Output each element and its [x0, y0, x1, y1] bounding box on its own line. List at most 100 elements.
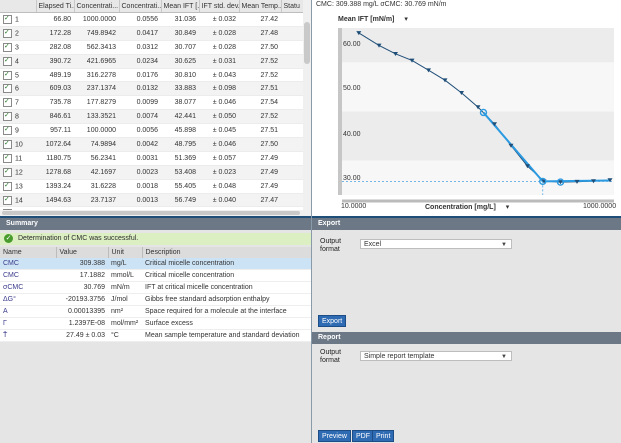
table-cell-elapsed: 489.19: [36, 68, 74, 83]
table-row[interactable]: 4 390.72421.69650.023430.625± 0.03127.52: [0, 54, 303, 69]
column-header[interactable]: Mean IFT [...: [161, 0, 200, 13]
row-checkbox[interactable]: [3, 181, 12, 191]
table-cell-ift: 56.749: [161, 193, 199, 208]
table-row[interactable]: 10 1072.6474.98940.004248.795± 0.04627.50: [0, 137, 303, 152]
export-report-panel: Export Output format Excel ▼ Export Repo…: [312, 218, 621, 443]
scrollbar-thumb[interactable]: [2, 211, 300, 215]
row-checkbox[interactable]: [3, 56, 12, 66]
column-header[interactable]: Mean Temp...: [239, 0, 282, 13]
plot-band: [342, 160, 614, 195]
table-cell-conc1: 100.0000: [74, 123, 119, 139]
row-checkbox[interactable]: [3, 97, 12, 108]
table-row[interactable]: 3 282.08562.34130.031230.707± 0.02827.50: [0, 40, 303, 55]
row-checkbox[interactable]: [3, 139, 12, 149]
measurement-table-panel: Elapsed Ti... Concentrati... Concentrati..…: [0, 0, 311, 216]
table-cell-conc2: 0.0074: [119, 109, 161, 125]
horizontal-splitter-right[interactable]: [312, 216, 621, 218]
table-row[interactable]: 2 172.28749.89420.041730.849± 0.02827.48: [0, 26, 303, 41]
horizontal-splitter-left[interactable]: [0, 216, 311, 218]
row-select-cell: 9: [0, 123, 36, 139]
table-cell-status: [281, 109, 303, 125]
table-cell-elapsed: 1072.64: [36, 137, 74, 152]
column-header[interactable]: Elapsed Ti...: [36, 0, 75, 13]
vertical-splitter[interactable]: [311, 0, 312, 443]
export-header: Export: [312, 218, 621, 230]
table-cell-elapsed: 1393.24: [36, 179, 74, 194]
summary-cell-unit: mol/mm²: [108, 317, 142, 330]
x-axis-selector[interactable]: Concentration [mg/L] ▾: [425, 203, 509, 211]
row-id: 12: [15, 169, 23, 177]
column-header[interactable]: [0, 0, 37, 13]
row-select-cell: 5: [0, 68, 36, 83]
column-header[interactable]: Concentrati...: [119, 0, 162, 13]
table-cell-status: [281, 54, 303, 69]
table-row[interactable]: 7 735.78177.82790.009938.077± 0.04627.54: [0, 95, 303, 111]
table-cell-temp: 27.54: [239, 95, 281, 111]
summary-row[interactable]: Γ 1.2397E-08 mol/mm² Surface excess: [0, 317, 311, 330]
summary-row[interactable]: A 0.00013395 nm² Space required for a molec…: [0, 305, 311, 318]
report-header: Report: [312, 332, 621, 344]
table-header-row: Elapsed Ti... Concentrati... Concentrati..…: [0, 0, 304, 13]
column-header[interactable]: Concentrati...: [74, 0, 120, 13]
summary-cell-name: A: [0, 305, 56, 318]
export-button[interactable]: Export: [318, 315, 347, 327]
row-checkbox[interactable]: [3, 153, 12, 163]
summary-cell-desc: Surface excess: [142, 317, 311, 330]
row-checkbox[interactable]: [3, 83, 12, 94]
table-row[interactable]: 13 1393.2431.62280.001855.405± 0.04827.49: [0, 179, 303, 194]
table-cell-status: [281, 40, 303, 55]
row-checkbox[interactable]: [3, 28, 12, 38]
row-checkbox[interactable]: [3, 70, 12, 80]
row-checkbox[interactable]: [3, 195, 12, 205]
summary-row[interactable]: T̄ 27.49 ± 0.03 °C Mean sample temperature …: [0, 329, 311, 342]
summary-row[interactable]: CMC 17.1882 mmol/L Critical micelle concent…: [0, 269, 311, 282]
row-checkbox[interactable]: [3, 14, 12, 24]
plot-band: [342, 28, 614, 63]
column-header[interactable]: Unit: [108, 247, 143, 258]
table-row[interactable]: 1 66.801000.00000.055631.036± 0.03227.42: [0, 12, 303, 27]
row-select-cell: 4: [0, 54, 36, 69]
row-id: 4: [15, 57, 19, 65]
row-checkbox[interactable]: [3, 167, 12, 177]
print-button[interactable]: Print: [372, 430, 395, 442]
table-cell-temp: 27.42: [239, 12, 281, 27]
column-header[interactable]: Statu: [281, 0, 304, 13]
scrollbar-thumb[interactable]: [304, 22, 310, 64]
summary-cell-desc: Critical micelle concentration: [142, 258, 311, 270]
row-id: 13: [15, 182, 23, 190]
cmc-chart[interactable]: [312, 0, 621, 216]
column-header[interactable]: Value: [56, 247, 109, 258]
table-vertical-scrollbar[interactable]: [303, 0, 311, 216]
report-template-select[interactable]: Simple report template ▼: [360, 351, 512, 361]
table-row[interactable]: 6 609.03237.13740.013233.883± 0.09827.51: [0, 81, 303, 97]
table-cell-ift: 48.795: [161, 137, 199, 152]
row-checkbox[interactable]: [3, 125, 12, 136]
table-row[interactable]: 11 1180.7556.23410.003151.369± 0.05727.49: [0, 151, 303, 166]
table-row[interactable]: 14 1494.6323.71370.001356.749± 0.04027.47: [0, 193, 303, 208]
table-cell-conc1: 421.6965: [74, 54, 119, 69]
table-row[interactable]: 8 846.61133.35210.007442.441± 0.05027.52: [0, 109, 303, 125]
table-row[interactable]: 9 957.11100.00000.005645.898± 0.04527.51: [0, 123, 303, 139]
row-checkbox[interactable]: [3, 42, 12, 52]
table-row[interactable]: 5 489.19316.22780.017630.810± 0.04327.52: [0, 68, 303, 83]
column-header[interactable]: IFT std. dev....: [199, 0, 240, 13]
column-header[interactable]: Description: [142, 247, 311, 258]
table-cell-elapsed: 1278.68: [36, 165, 74, 180]
export-format-select[interactable]: Excel ▼: [360, 239, 512, 249]
summary-row[interactable]: ΔG° -20193.3756 J/mol Gibbs free standard a…: [0, 293, 311, 306]
summary-row[interactable]: CMC 309.388 mg/L Critical micelle concentra…: [0, 258, 311, 270]
pdf-button[interactable]: PDF: [352, 430, 374, 442]
table-cell-conc1: 74.9894: [74, 137, 119, 152]
row-checkbox[interactable]: [3, 111, 12, 122]
table-cell-conc2: 0.0018: [119, 179, 161, 194]
preview-button[interactable]: Preview: [318, 430, 351, 442]
column-header[interactable]: Name: [0, 247, 57, 258]
summary-cell-name: CMC: [0, 258, 56, 270]
table-row[interactable]: 12 1278.6842.16970.002353.408± 0.02327.49: [0, 165, 303, 180]
summary-row[interactable]: σCMC 30.769 mN/m IFT at critical micelle co…: [0, 281, 311, 294]
table-cell-ift: 55.405: [161, 179, 199, 194]
table-cell-status: [281, 123, 303, 139]
summary-header-row: Name Value Unit Description: [0, 247, 311, 258]
table-cell-conc1: 23.7137: [74, 193, 119, 208]
table-cell-elapsed: 957.11: [36, 123, 74, 139]
